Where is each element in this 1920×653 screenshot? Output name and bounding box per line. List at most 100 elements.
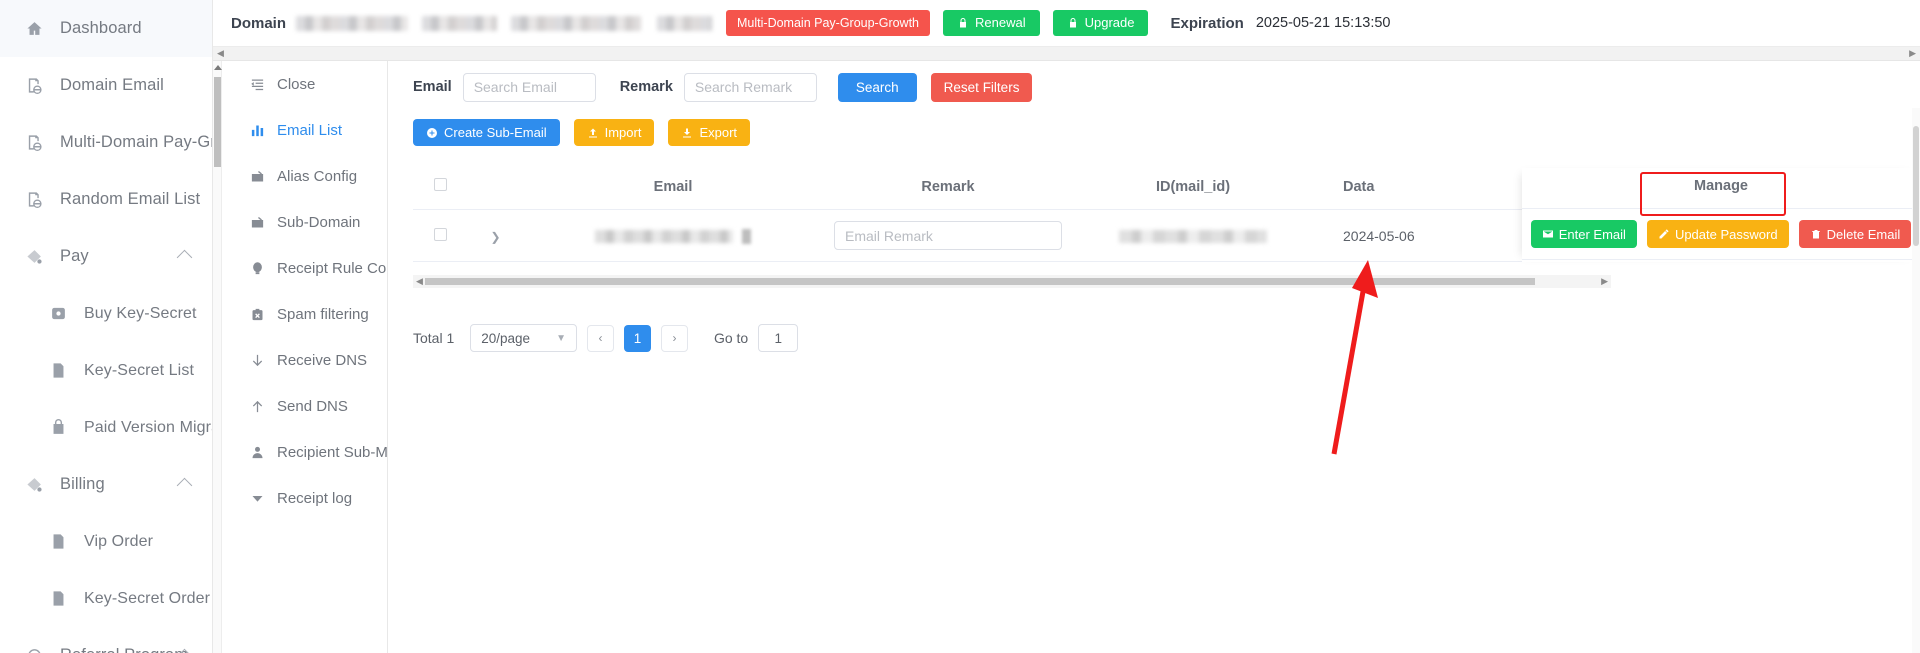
row-expander-cell: ❯ xyxy=(468,209,523,262)
subnav-item-email-list[interactable]: Email List xyxy=(222,107,387,153)
sidebar-item-vip-order[interactable]: Vip Order xyxy=(0,513,212,570)
plus-circle-icon xyxy=(427,127,437,138)
create-sub-email-label: Create Sub-Email xyxy=(444,125,547,140)
subnav-item-receipt-log[interactable]: Receipt log xyxy=(222,475,387,521)
column-header-email: Email xyxy=(523,168,823,210)
list-doc-icon xyxy=(48,532,68,552)
manage-column: Manage Enter Email Update Password Delet… xyxy=(1522,168,1920,262)
sidebar-item-random-email-list[interactable]: Random Email List xyxy=(0,171,212,228)
email-remark-input[interactable] xyxy=(834,221,1062,250)
domain-extra-redacted-3 xyxy=(657,15,713,31)
domain-label: Domain xyxy=(231,14,287,32)
sidebar-item-key-secret-list[interactable]: Key-Secret List xyxy=(0,342,212,399)
delete-email-button[interactable]: Delete Email xyxy=(1798,220,1912,248)
subnav-item-spam-filtering[interactable]: Spam filtering xyxy=(222,291,387,337)
page-number-1[interactable]: 1 xyxy=(623,324,651,352)
domain-email-icon xyxy=(24,76,44,96)
scroll-thumb[interactable] xyxy=(214,77,221,167)
table-horizontal-scrollbar[interactable]: ◀ ▶ xyxy=(413,275,1611,288)
subnav-item-close[interactable]: Close xyxy=(222,61,387,107)
delete-email-label: Delete Email xyxy=(1826,226,1901,242)
import-button[interactable]: Import xyxy=(573,119,655,146)
sidebar-item-label: Vip Order xyxy=(84,532,154,550)
row-checkbox[interactable] xyxy=(434,227,447,241)
subnav-item-receive-dns[interactable]: Receive DNS xyxy=(222,337,387,383)
search-email-input[interactable] xyxy=(462,72,596,102)
chevron-right-icon[interactable]: ❯ xyxy=(490,230,500,244)
subnav-item-recipient-sub-mail[interactable]: Recipient Sub-Mail xyxy=(222,429,387,475)
sidebar-item-label: Domain Email xyxy=(60,76,164,94)
body-row: Close Email List Alias Config Sub-Domain… xyxy=(213,61,1920,653)
export-button[interactable]: Export xyxy=(668,119,751,146)
sidebar-item-label: Multi-Domain Pay-Group xyxy=(60,133,212,151)
sidebar-item-buy-key-secret[interactable]: Buy Key-Secret xyxy=(0,285,212,342)
primary-sidebar: Dashboard Domain Email Multi-Domain Pay-… xyxy=(0,0,213,653)
subnav-item-sub-domain[interactable]: Sub-Domain xyxy=(222,199,387,245)
next-page-button[interactable]: › xyxy=(660,324,688,352)
renewal-button[interactable]: Renewal xyxy=(943,10,1040,36)
create-sub-email-button[interactable]: Create Sub-Email xyxy=(413,119,560,146)
upgrade-button[interactable]: Upgrade xyxy=(1052,10,1149,36)
goto-page-input[interactable] xyxy=(758,324,799,352)
page-size-value: 20/page xyxy=(481,330,531,346)
pagination: Total 1 20/page ▼ ‹ 1 › Go to xyxy=(397,324,1920,352)
lock-icon xyxy=(1069,18,1076,28)
search-remark-input[interactable] xyxy=(683,72,817,102)
page-size-select[interactable]: 20/page ▼ xyxy=(470,324,577,352)
sidebar-item-label: Key-Secret Order xyxy=(84,589,211,607)
subnav-item-send-dns[interactable]: Send DNS xyxy=(222,383,387,429)
scroll-right-icon[interactable]: ▶ xyxy=(1909,49,1916,58)
table-scroll-thumb[interactable] xyxy=(425,278,1535,285)
sidebar-item-label: Billing xyxy=(60,475,105,493)
subnav-item-label: Receive DNS xyxy=(277,351,368,369)
subnav-item-alias-config[interactable]: Alias Config xyxy=(222,153,387,199)
update-password-button[interactable]: Update Password xyxy=(1646,220,1789,248)
remark-filter-label: Remark xyxy=(619,79,673,95)
subnav-item-receipt-rule-config[interactable]: Receipt Rule Config xyxy=(222,245,387,291)
sidebar-item-label: Paid Version Migration xyxy=(84,418,212,436)
sidebar-item-dashboard[interactable]: Dashboard xyxy=(0,0,212,57)
table-header-row: Email Remark ID(mail_id) Data xyxy=(413,168,1611,210)
enter-email-button[interactable]: Enter Email xyxy=(1530,220,1637,248)
sidebar-item-pay[interactable]: Pay xyxy=(0,228,212,285)
sidebar-item-label: Key-Secret List xyxy=(84,361,194,379)
email-filter-label: Email xyxy=(413,79,452,95)
secondary-sidebar: Close Email List Alias Config Sub-Domain… xyxy=(213,61,388,653)
sidebar-item-key-secret-order[interactable]: Key-Secret Order xyxy=(0,570,212,627)
alias-icon xyxy=(248,215,266,230)
mail-id-value-redacted xyxy=(1119,230,1267,244)
expander-header xyxy=(468,168,523,210)
email-table: Email Remark ID(mail_id) Data ❯ Email Re… xyxy=(413,168,1611,262)
manage-actions: Enter Email Update Password Delete Email xyxy=(1522,172,1920,260)
reset-filters-button[interactable]: Reset Filters xyxy=(930,72,1033,102)
sidebar-item-domain-email[interactable]: Domain Email xyxy=(0,57,212,114)
secondary-sidebar-scrollbar[interactable] xyxy=(213,61,222,653)
update-password-label: Update Password xyxy=(1674,226,1778,242)
sidebar-item-paid-version-migration[interactable]: Paid Version Migration xyxy=(0,399,212,456)
table-scroll-left-icon[interactable]: ◀ xyxy=(416,276,423,287)
search-button[interactable]: Search xyxy=(837,72,917,102)
subnav-item-label: Send DNS xyxy=(277,397,348,415)
expiration-label: Expiration xyxy=(1170,14,1244,32)
sidebar-item-billing[interactable]: Billing xyxy=(0,456,212,513)
sidebar-item-multi-domain-pay-group[interactable]: Multi-Domain Pay-Group xyxy=(0,114,212,171)
email-table-wrapper: Email Remark ID(mail_id) Data ❯ Email Re… xyxy=(397,168,1920,288)
row-mail-id-cell xyxy=(1073,209,1313,262)
scroll-up-icon[interactable] xyxy=(214,65,222,70)
page-scrollbar[interactable] xyxy=(1912,108,1920,653)
row-remark-cell xyxy=(823,209,1073,262)
subnav-item-label: Receipt Rule Config xyxy=(277,259,387,277)
prev-page-button[interactable]: ‹ xyxy=(586,324,614,352)
arrow-down-icon xyxy=(248,353,266,368)
row-date-value: 2024-05-06 xyxy=(1343,227,1415,244)
subnav-item-label: Spam filtering xyxy=(277,305,369,323)
table-scroll-right-icon[interactable]: ▶ xyxy=(1601,276,1608,287)
top-horizontal-scrollbar[interactable]: ◀ ▶ xyxy=(213,47,1920,61)
page-scroll-thumb[interactable] xyxy=(1913,126,1919,246)
select-all-checkbox[interactable] xyxy=(434,178,447,191)
plan-tag-button[interactable]: Multi-Domain Pay-Group-Growth xyxy=(726,10,931,36)
subnav-item-label: Receipt log xyxy=(277,489,353,507)
scroll-left-icon[interactable]: ◀ xyxy=(217,49,224,58)
column-header-remark: Remark xyxy=(823,168,1073,210)
sidebar-item-referral-program[interactable]: Referral Program xyxy=(0,627,212,653)
